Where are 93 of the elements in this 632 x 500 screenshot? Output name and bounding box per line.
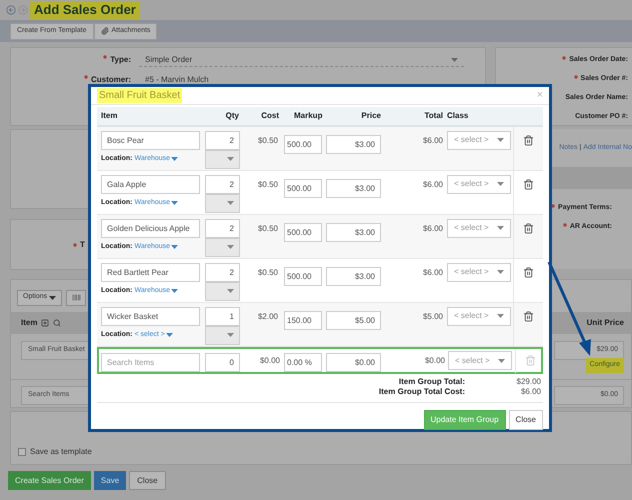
total-text: $0.00 [424,354,445,366]
cost-text: $0.50 [258,178,278,190]
field-label: Type: [110,54,131,66]
total-text: $5.00 [422,310,443,322]
delete-icon[interactable] [523,134,534,146]
column-header: Class [447,110,468,122]
field-label: Customer: [90,74,131,86]
caret-icon [171,200,178,205]
total-value: $29.00 [516,376,542,388]
markup-field[interactable]: 500.00 [284,266,322,286]
template-checkbox[interactable] [18,448,26,456]
dialog-title: Small Fruit Basket [97,88,182,103]
unit-select[interactable] [205,282,240,300]
qty-field[interactable]: 2 [205,174,240,194]
total-text: $6.00 [422,266,443,278]
caret-icon [227,289,234,293]
total-value: $6.00 [520,386,542,398]
checkbox-label: Save as template [30,447,92,456]
qty-field[interactable]: 0 [205,352,240,372]
column-header: Total [424,110,443,122]
item-field[interactable]: Wicker Basket [101,306,200,326]
unit-select[interactable] [205,326,240,344]
delete-icon[interactable] [523,266,534,278]
column-header: Item [101,110,118,122]
page-title: Add Sales Order [30,1,140,19]
markup-field[interactable]: 500.00 [284,134,322,154]
price-field[interactable]: $3.00 [326,134,381,154]
item-field[interactable]: Red Bartlett Pear [101,262,200,282]
item-field[interactable]: Golden Delicious Apple [101,218,200,238]
markup-field[interactable]: 150.00 [284,310,322,330]
cost-text: $0.50 [258,134,278,146]
close-button[interactable]: Close [508,410,543,430]
add-icon[interactable] [41,319,50,327]
save-button[interactable]: Save [94,471,126,490]
price-field[interactable]: $3.00 [326,266,381,286]
caret-icon [227,245,234,249]
back-icon[interactable] [6,5,16,15]
caret-icon [497,182,504,186]
caret-icon [227,157,234,161]
unit-select[interactable] [205,194,240,212]
markup-field[interactable]: 500.00 [284,222,322,242]
price-field[interactable]: $3.00 [326,222,381,242]
price-field[interactable]: $3.00 [326,178,381,198]
barcode-button[interactable] [66,290,86,306]
paperclip-icon [100,27,109,35]
unit-select[interactable] [205,150,240,168]
markup-field[interactable]: 500.00 [284,178,322,198]
column-header: Price [361,110,381,122]
item-field[interactable]: Gala Apple [101,174,200,194]
search-icon[interactable] [53,319,62,327]
create-button[interactable]: Create Sales Order [8,471,91,490]
total-text: $6.00 [422,134,443,146]
caret-icon [497,226,504,230]
cost-text: $2.00 [258,310,278,322]
column-header: Item [21,317,38,329]
column-header: Unit Price [586,317,624,329]
total-text: $6.00 [422,222,443,234]
cost-text: $0.50 [258,222,278,234]
search-items-field[interactable]: Search Items [101,352,200,372]
cost-text: $0.50 [258,266,278,278]
markup-field[interactable]: 0.00 % [284,352,322,372]
qty-field[interactable]: 2 [205,130,240,150]
caret-icon [49,296,56,300]
item-field[interactable]: Bosc Pear [101,130,200,150]
qty-field[interactable]: 1 [205,306,240,326]
caret-icon [497,314,504,318]
price-field[interactable]: $5.00 [326,310,381,330]
delete-icon[interactable] [523,310,534,322]
column-header: Qty [226,110,239,122]
field-label: T [80,238,85,250]
barcode-icon [72,293,81,302]
customer-field[interactable]: #5 - Marvin Mulch [139,73,464,87]
column-header: Cost [261,110,279,122]
delete-icon[interactable] [523,222,534,234]
total-text: $6.00 [422,178,443,190]
caret-icon [171,156,178,161]
qty-field[interactable]: 2 [205,262,240,282]
delete-icon[interactable] [523,178,534,190]
caret-icon [227,201,234,205]
unit-select[interactable] [205,238,240,256]
price-field[interactable]: $0.00 [326,352,381,372]
column-header: Markup [294,110,322,122]
caret-icon [497,138,504,142]
total-label: Item Group Total Cost: [378,386,465,398]
caret-icon [498,358,505,362]
caret-icon [171,288,178,293]
close-button[interactable]: Close [129,471,166,490]
type-select[interactable]: Simple Order [139,53,464,67]
total-label: Item Group Total: [398,376,465,388]
caret-icon [451,58,458,62]
qty-field[interactable]: 2 [205,218,240,238]
caret-icon [171,244,178,249]
cost-text: $0.00 [260,354,280,366]
